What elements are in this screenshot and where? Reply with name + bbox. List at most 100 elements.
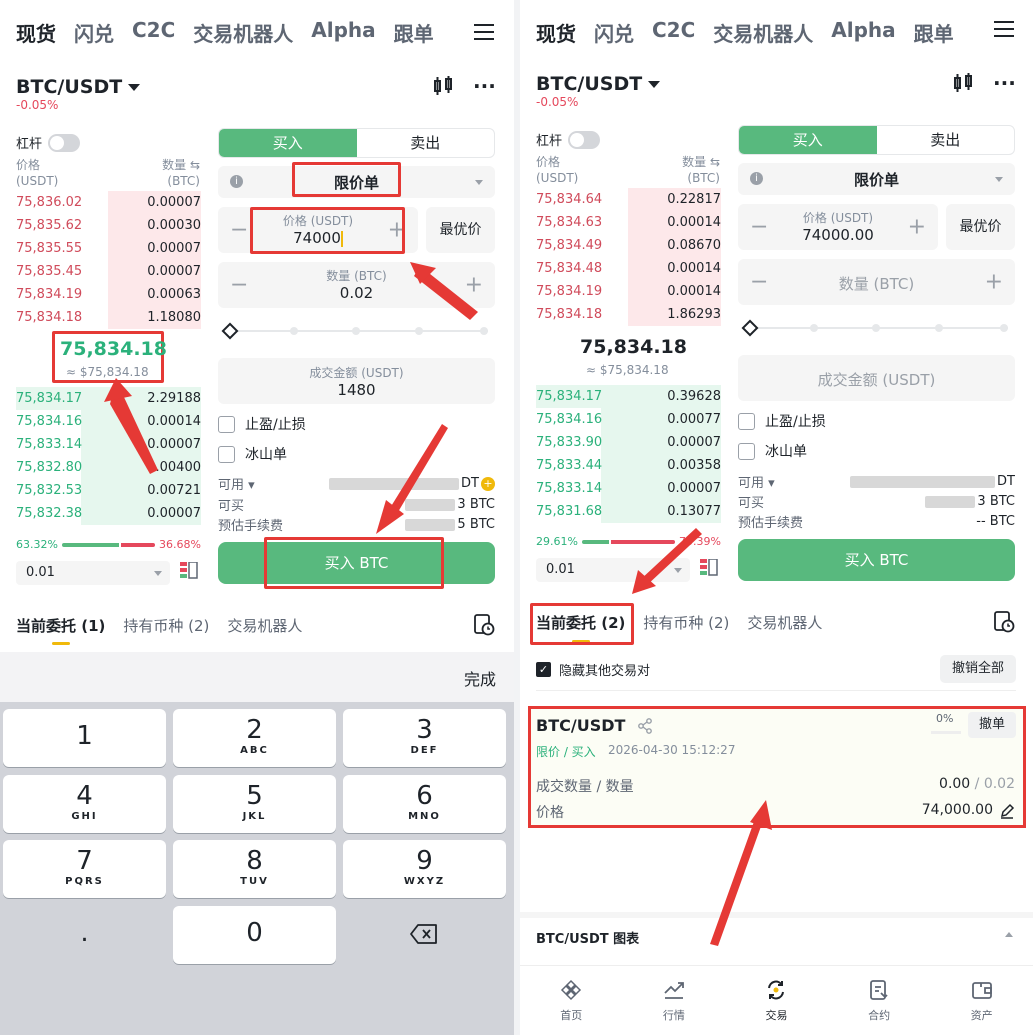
menu-icon[interactable] (994, 21, 1014, 37)
candlestick-chart-icon[interactable] (952, 73, 974, 93)
amount-input[interactable]: 成交金额 (USDT) 1480 (218, 358, 495, 404)
tab-copy[interactable]: 跟单 (394, 18, 434, 47)
key-3[interactable]: 3 DEF (343, 709, 506, 767)
add-funds-icon[interactable]: + (481, 476, 495, 491)
ask-row[interactable]: 75,835.45 0.00007 (16, 260, 201, 283)
tab-alpha[interactable]: Alpha (831, 18, 895, 47)
order-history-icon[interactable] (993, 611, 1015, 633)
iceberg-checkbox[interactable]: 冰山单 (218, 444, 287, 464)
ask-row[interactable]: 75,834.63 0.00014 (536, 211, 721, 234)
available-label[interactable]: 可用 ▾ (738, 472, 775, 491)
key-8[interactable]: 8 TUV (173, 840, 336, 898)
bid-row[interactable]: 75,832.80 0.00400 (16, 456, 201, 479)
ask-row[interactable]: 75,834.18 1.18080 (16, 306, 201, 329)
price-input[interactable]: − 价格 (USDT) 74000.00 + (738, 204, 938, 250)
price-input[interactable]: − 价格 (USDT) 74000 + (218, 207, 418, 253)
ask-row[interactable]: 75,834.64 0.22817 (536, 188, 721, 211)
tab-c2c[interactable]: C2C (652, 18, 695, 47)
ask-row[interactable]: 75,834.19 0.00014 (536, 280, 721, 303)
bid-row[interactable]: 75,831.68 0.13077 (536, 500, 721, 523)
candlestick-chart-icon[interactable] (432, 76, 454, 96)
tab-copy[interactable]: 跟单 (914, 18, 954, 47)
tab-alpha[interactable]: Alpha (311, 18, 375, 47)
bid-row[interactable]: 75,833.44 0.00358 (536, 454, 721, 477)
chart-toggle-label[interactable]: BTC/USDT 图表 (536, 928, 639, 947)
tab-convert[interactable]: 闪兑 (74, 18, 114, 47)
tab-spot[interactable]: 现货 (16, 18, 56, 47)
order-type-select[interactable]: i 限价单 (738, 163, 1015, 195)
cancel-order-button[interactable]: 撤单 (968, 712, 1016, 738)
best-price-button[interactable]: 最优价 (426, 207, 495, 253)
nav-futures[interactable]: 合约 (849, 979, 909, 1023)
pair-selector[interactable]: BTC/USDT (16, 76, 141, 98)
key-9[interactable]: 9 WXYZ (343, 840, 506, 898)
leverage-toggle[interactable] (48, 133, 81, 152)
amount-input[interactable]: 成交金额 (USDT) (738, 355, 1015, 401)
ask-row[interactable]: 75,834.49 0.08670 (536, 234, 721, 257)
bid-row[interactable]: 75,834.16 0.00014 (16, 410, 201, 433)
tab-trading-bots[interactable]: 交易机器人 (747, 612, 822, 633)
ask-row[interactable]: 75,834.18 1.86293 (536, 303, 721, 326)
buy-btc-button[interactable]: 买入 BTC (218, 542, 495, 584)
edit-icon[interactable] (999, 803, 1015, 819)
best-price-button[interactable]: 最优价 (946, 204, 1015, 250)
nav-markets[interactable]: 行情 (644, 979, 704, 1023)
bid-row[interactable]: 75,833.14 0.00007 (536, 477, 721, 500)
bid-row[interactable]: 75,833.14 0.00007 (16, 433, 201, 456)
plus-icon[interactable]: + (985, 270, 1003, 295)
depth-step-select[interactable]: 0.01 (16, 561, 170, 585)
nav-home[interactable]: 首页 (541, 979, 601, 1023)
order-type-select[interactable]: i 限价单 (218, 166, 495, 198)
slider-handle[interactable] (221, 322, 239, 340)
bid-row[interactable]: 75,833.90 0.00007 (536, 431, 721, 454)
key-7[interactable]: 7 PQRS (3, 840, 166, 898)
plus-icon[interactable]: + (388, 218, 406, 243)
leverage-toggle[interactable] (568, 130, 601, 149)
done-button[interactable]: 完成 (464, 666, 496, 690)
tp-sl-checkbox[interactable]: 止盈/止损 (738, 411, 826, 431)
key-6[interactable]: 6 MNO (343, 775, 506, 833)
book-layout-icon[interactable] (700, 559, 718, 577)
menu-icon[interactable] (474, 24, 494, 40)
tab-trading-bots[interactable]: 交易机器人 (227, 615, 302, 636)
key-2[interactable]: 2 ABC (173, 709, 336, 767)
tp-sl-checkbox[interactable]: 止盈/止损 (218, 414, 306, 434)
pair-selector[interactable]: BTC/USDT (536, 73, 661, 95)
sell-tab[interactable]: 卖出 (877, 126, 1015, 154)
share-icon[interactable] (637, 718, 653, 734)
iceberg-checkbox[interactable]: 冰山单 (738, 441, 807, 461)
key-4[interactable]: 4 GHI (3, 775, 166, 833)
tab-open-orders[interactable]: 当前委托 (2) (536, 612, 625, 633)
key-0[interactable]: 0 (173, 906, 336, 964)
ask-row[interactable]: 75,835.55 0.00007 (16, 237, 201, 260)
sell-tab[interactable]: 卖出 (357, 129, 495, 157)
backspace-icon[interactable] (409, 923, 439, 945)
tab-open-orders[interactable]: 当前委托 (1) (16, 615, 105, 636)
key-dot[interactable]: . (3, 906, 166, 964)
bid-row[interactable]: 75,832.38 0.00007 (16, 502, 201, 525)
ask-row[interactable]: 75,835.62 0.00030 (16, 214, 201, 237)
tab-c2c[interactable]: C2C (132, 18, 175, 47)
nav-trade[interactable]: 交易 (746, 979, 806, 1023)
ask-row[interactable]: 75,836.02 0.00007 (16, 191, 201, 214)
qty-input[interactable]: − 数量 (BTC) + (738, 259, 1015, 305)
more-icon[interactable]: ··· (993, 71, 1016, 95)
ask-row[interactable]: 75,834.19 0.00063 (16, 283, 201, 306)
book-layout-icon[interactable] (180, 562, 198, 580)
buy-btc-button[interactable]: 买入 BTC (738, 539, 1015, 581)
bid-row[interactable]: 75,832.53 0.00721 (16, 479, 201, 502)
cancel-all-button[interactable]: 撤销全部 (940, 655, 1016, 683)
order-history-icon[interactable] (473, 614, 495, 636)
ask-row[interactable]: 75,834.48 0.00014 (536, 257, 721, 280)
tab-spot[interactable]: 现货 (536, 18, 576, 47)
depth-step-select[interactable]: 0.01 (536, 558, 690, 582)
available-label[interactable]: 可用 ▾ (218, 474, 255, 493)
nav-assets[interactable]: 资产 (952, 979, 1012, 1023)
chevron-up-icon[interactable] (1005, 932, 1013, 937)
buy-tab[interactable]: 买入 (739, 126, 877, 154)
key-1[interactable]: 1 (3, 709, 166, 767)
slider-handle[interactable] (741, 319, 759, 337)
bid-row[interactable]: 75,834.17 2.29188 (16, 387, 201, 410)
more-icon[interactable]: ··· (473, 74, 496, 98)
qty-input[interactable]: − 数量 (BTC) 0.02 + (218, 262, 495, 308)
